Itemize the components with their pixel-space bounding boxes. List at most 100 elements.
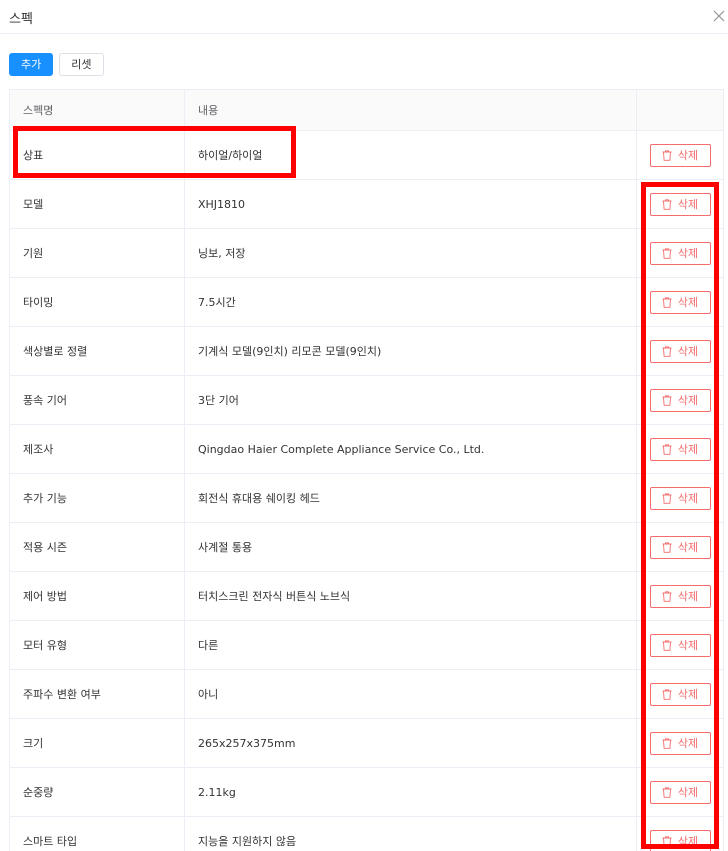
delete-button-label: 삭제 <box>677 639 699 652</box>
trash-icon <box>662 541 672 553</box>
trash-icon <box>662 394 672 406</box>
spec-name-cell: 스마트 타입 <box>10 817 185 851</box>
actions-cell: 삭제 <box>637 376 723 424</box>
actions-cell: 삭제 <box>637 425 723 473</box>
table-row: 제어 방법 터치스크린 전자식 버튼식 노브식 삭제 <box>10 572 723 621</box>
add-button[interactable]: 추가 <box>9 53 54 76</box>
table-body: 상표 하이얼/하이얼 삭제 모델 XHJ1810 삭제 기원 닝보, 저장 삭제 타이밍 7.5시간… <box>10 131 723 851</box>
actions-cell: 삭제 <box>637 719 723 767</box>
spec-table: 스펙명 내용 상표 하이얼/하이얼 삭제 모델 XHJ1810 삭제 기원 닝보, 저장 삭제 타… <box>9 89 724 851</box>
trash-icon <box>662 198 672 210</box>
actions-cell: 삭제 <box>637 229 723 277</box>
spec-name-cell: 추가 기능 <box>10 474 185 522</box>
spec-name-cell: 색상별로 정렬 <box>10 327 185 375</box>
delete-button-label: 삭제 <box>677 247 699 260</box>
delete-button-label: 삭제 <box>677 541 699 554</box>
column-header-spec-name: 스펙명 <box>10 90 185 130</box>
delete-button[interactable]: 삭제 <box>649 388 711 412</box>
spec-name-cell: 상표 <box>10 131 185 179</box>
actions-cell: 삭제 <box>637 278 723 326</box>
table-row: 모델 XHJ1810 삭제 <box>10 180 723 229</box>
trash-icon <box>662 492 672 504</box>
delete-button-label: 삭제 <box>677 394 699 407</box>
delete-button[interactable]: 삭제 <box>649 290 711 314</box>
delete-button[interactable]: 삭제 <box>649 829 711 851</box>
delete-button-label: 삭제 <box>677 492 699 505</box>
delete-button[interactable]: 삭제 <box>649 143 711 167</box>
spec-value-cell: 7.5시간 <box>185 278 637 326</box>
spec-value-cell: Qingdao Haier Complete Appliance Service… <box>185 425 637 473</box>
trash-icon <box>662 639 672 651</box>
spec-name-cell: 모터 유형 <box>10 621 185 669</box>
trash-icon <box>662 786 672 798</box>
trash-icon <box>662 345 672 357</box>
actions-cell: 삭제 <box>637 621 723 669</box>
spec-value-cell: 지능을 지원하지 않음 <box>185 817 637 851</box>
reset-button[interactable]: 리셋 <box>59 53 104 76</box>
spec-name-cell: 풍속 기어 <box>10 376 185 424</box>
delete-button-label: 삭제 <box>677 590 699 603</box>
dialog-title: 스펙 <box>9 12 33 27</box>
delete-button[interactable]: 삭제 <box>649 535 711 559</box>
table-row: 모터 유형 다른 삭제 <box>10 621 723 670</box>
delete-button[interactable]: 삭제 <box>649 633 711 657</box>
delete-button[interactable]: 삭제 <box>649 682 711 706</box>
delete-button[interactable]: 삭제 <box>649 584 711 608</box>
delete-button-label: 삭제 <box>677 737 699 750</box>
table-row: 적용 시즌 사계절 통용 삭제 <box>10 523 723 572</box>
table-row: 타이밍 7.5시간 삭제 <box>10 278 723 327</box>
table-row: 풍속 기어 3단 기어 삭제 <box>10 376 723 425</box>
spec-value-cell: 아니 <box>185 670 637 718</box>
trash-icon <box>662 443 672 455</box>
table-row: 스마트 타입 지능을 지원하지 않음 삭제 <box>10 817 723 851</box>
spec-name-cell: 기원 <box>10 229 185 277</box>
column-header-actions <box>637 90 723 130</box>
spec-name-cell: 제어 방법 <box>10 572 185 620</box>
spec-name-cell: 주파수 변환 여부 <box>10 670 185 718</box>
spec-value-cell: 하이얼/하이얼 <box>185 131 637 179</box>
delete-button-label: 삭제 <box>677 443 699 456</box>
column-header-content: 내용 <box>185 90 637 130</box>
spec-name-cell: 적용 시즌 <box>10 523 185 571</box>
table-row: 기원 닝보, 저장 삭제 <box>10 229 723 278</box>
trash-icon <box>662 590 672 602</box>
delete-button[interactable]: 삭제 <box>649 780 711 804</box>
delete-button[interactable]: 삭제 <box>649 192 711 216</box>
delete-button[interactable]: 삭제 <box>649 339 711 363</box>
actions-cell: 삭제 <box>637 131 723 179</box>
actions-cell: 삭제 <box>637 768 723 816</box>
actions-cell: 삭제 <box>637 572 723 620</box>
spec-value-cell: 다른 <box>185 621 637 669</box>
close-icon[interactable] <box>712 9 726 23</box>
table-row: 순중량 2.11kg 삭제 <box>10 768 723 817</box>
spec-value-cell: 닝보, 저장 <box>185 229 637 277</box>
spec-name-cell: 타이밍 <box>10 278 185 326</box>
trash-icon <box>662 688 672 700</box>
table-row: 상표 하이얼/하이얼 삭제 <box>10 131 723 180</box>
table-row: 크기 265x257x375mm 삭제 <box>10 719 723 768</box>
table-row: 추가 기능 회전식 휴대용 쉐이킹 헤드 삭제 <box>10 474 723 523</box>
spec-value-cell: 기계식 모델(9인치) 리모콘 모델(9인치) <box>185 327 637 375</box>
delete-button-label: 삭제 <box>677 688 699 701</box>
spec-value-cell: 3단 기어 <box>185 376 637 424</box>
delete-button[interactable]: 삭제 <box>649 486 711 510</box>
delete-button[interactable]: 삭제 <box>649 731 711 755</box>
spec-value-cell: 2.11kg <box>185 768 637 816</box>
spec-value-cell: 회전식 휴대용 쉐이킹 헤드 <box>185 474 637 522</box>
actions-cell: 삭제 <box>637 670 723 718</box>
table-row: 주파수 변환 여부 아니 삭제 <box>10 670 723 719</box>
actions-cell: 삭제 <box>637 327 723 375</box>
delete-button-label: 삭제 <box>677 149 699 162</box>
dialog-header: 스펙 <box>0 0 728 34</box>
table-row: 제조사 Qingdao Haier Complete Appliance Serv… <box>10 425 723 474</box>
spec-name-cell: 제조사 <box>10 425 185 473</box>
delete-button-label: 삭제 <box>677 786 699 799</box>
trash-icon <box>662 247 672 259</box>
delete-button[interactable]: 삭제 <box>649 437 711 461</box>
spec-value-cell: 터치스크린 전자식 버튼식 노브식 <box>185 572 637 620</box>
trash-icon <box>662 835 672 847</box>
delete-button[interactable]: 삭제 <box>649 241 711 265</box>
spec-name-cell: 크기 <box>10 719 185 767</box>
spec-dialog: 스펙 추가 리셋 스펙명 내용 상표 하이얼/하이얼 삭제 모델 XHJ1810 삭제 기원… <box>0 0 728 851</box>
actions-cell: 삭제 <box>637 817 723 851</box>
